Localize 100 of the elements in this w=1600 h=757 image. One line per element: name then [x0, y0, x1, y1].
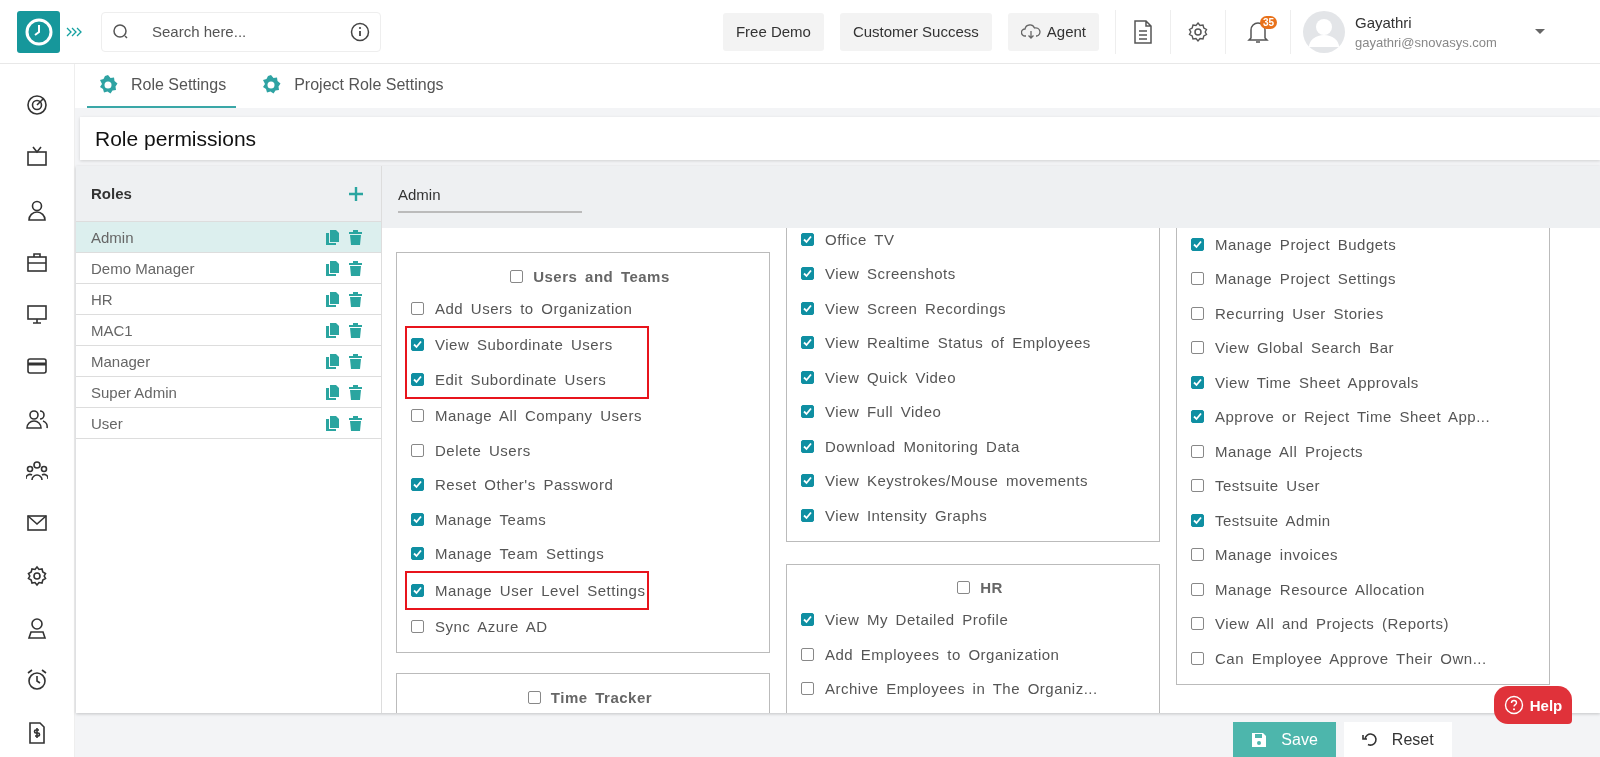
undo-icon: [1361, 732, 1378, 748]
checkbox[interactable]: [1191, 651, 1204, 665]
copy-icon[interactable]: [326, 353, 339, 369]
trash-icon[interactable]: [349, 260, 362, 276]
checkbox[interactable]: [411, 512, 424, 526]
permission-label: View Realtime Status of Employees: [825, 334, 1091, 352]
checkbox[interactable]: [1191, 237, 1204, 251]
expand-icon[interactable]: [66, 25, 82, 38]
checkbox[interactable]: [1191, 410, 1204, 424]
card-title: HR: [980, 579, 1003, 596]
checkbox[interactable]: [527, 690, 541, 704]
info-icon[interactable]: [350, 21, 370, 42]
role-item[interactable]: Super Admin: [76, 377, 381, 408]
trash-icon[interactable]: [349, 384, 362, 400]
checkbox[interactable]: [1191, 582, 1204, 596]
user-icon[interactable]: [26, 198, 48, 221]
copy-icon[interactable]: [326, 415, 339, 431]
checkbox[interactable]: [1191, 272, 1204, 286]
role-item[interactable]: User: [76, 408, 381, 439]
checkbox[interactable]: [411, 301, 424, 315]
checkbox[interactable]: [411, 372, 424, 386]
checkbox[interactable]: [801, 301, 814, 315]
users-icon[interactable]: [26, 407, 48, 430]
checkbox[interactable]: [411, 478, 424, 492]
permission-label: View Full Video: [825, 403, 942, 421]
copy-icon[interactable]: [326, 260, 339, 276]
checkbox[interactable]: [1191, 617, 1204, 631]
role-name-field[interactable]: Admin: [398, 181, 582, 213]
checkbox[interactable]: [1191, 548, 1204, 562]
checkbox[interactable]: [1191, 479, 1204, 493]
permission-label: Manage User Level Settings: [435, 581, 646, 599]
agent-button[interactable]: Agent: [1007, 12, 1099, 51]
monitor-icon[interactable]: [26, 303, 48, 326]
trash-icon[interactable]: [349, 229, 362, 245]
checkbox[interactable]: [1191, 513, 1204, 527]
header-button[interactable]: Free Demo: [722, 12, 824, 51]
role-item[interactable]: Manager: [76, 346, 381, 377]
copy-icon[interactable]: [326, 384, 339, 400]
help-icon: [1503, 695, 1524, 715]
caret-icon[interactable]: [1535, 28, 1545, 35]
copy-icon[interactable]: [326, 322, 339, 338]
reset-button[interactable]: Reset: [1343, 722, 1452, 757]
checkbox[interactable]: [801, 508, 814, 522]
role-item[interactable]: Demo Manager: [76, 253, 381, 284]
role-item[interactable]: MAC1: [76, 315, 381, 346]
checkbox[interactable]: [1191, 341, 1204, 355]
trash-icon[interactable]: [349, 291, 362, 307]
checkbox[interactable]: [957, 581, 971, 594]
checkbox[interactable]: [411, 338, 424, 352]
checkbox[interactable]: [1191, 306, 1204, 320]
settings-icon[interactable]: [1187, 20, 1209, 43]
checkbox[interactable]: [411, 620, 424, 634]
trash-icon[interactable]: [349, 322, 362, 338]
role-item[interactable]: HR: [76, 284, 381, 315]
role-item[interactable]: Admin: [76, 222, 381, 253]
copy-icon[interactable]: [326, 229, 339, 245]
trash-icon[interactable]: [349, 415, 362, 431]
document-icon[interactable]: [1133, 19, 1153, 44]
checkbox[interactable]: [801, 370, 814, 384]
add-icon[interactable]: [349, 186, 363, 201]
roles-title: Roles: [91, 185, 132, 202]
briefcase-icon[interactable]: [26, 250, 48, 273]
checkbox[interactable]: [510, 269, 524, 283]
checkbox[interactable]: [1191, 444, 1204, 458]
checkbox[interactable]: [801, 682, 814, 696]
checkbox[interactable]: [801, 267, 814, 281]
person-icon[interactable]: [26, 616, 48, 639]
search-box[interactable]: Search here...: [101, 11, 381, 52]
header-button[interactable]: Customer Success: [839, 12, 992, 51]
search-icon: [112, 22, 130, 41]
checkbox[interactable]: [411, 409, 424, 423]
invoice-icon[interactable]: [26, 721, 48, 744]
permission-label: View Screenshots: [825, 265, 956, 283]
checkbox[interactable]: [801, 405, 814, 419]
tab[interactable]: Role Settings: [87, 64, 237, 108]
checkbox[interactable]: [801, 232, 814, 246]
permission-label: Manage Teams: [435, 510, 547, 528]
settings-icon[interactable]: [26, 564, 48, 587]
copy-icon[interactable]: [326, 291, 339, 307]
checkbox[interactable]: [801, 474, 814, 488]
checkbox[interactable]: [411, 443, 424, 457]
help-button[interactable]: Help: [1494, 686, 1572, 724]
tab[interactable]: Project Role Settings: [250, 64, 454, 108]
trash-icon[interactable]: [349, 353, 362, 369]
checkbox[interactable]: [411, 583, 424, 597]
tv-icon[interactable]: [26, 146, 48, 169]
permission-label: Delete Users: [435, 441, 531, 459]
alarm-clock-icon[interactable]: [26, 669, 48, 692]
checkbox[interactable]: [801, 647, 814, 661]
permission-label: Testsuite Admin: [1215, 511, 1331, 529]
team-icon[interactable]: [26, 460, 48, 483]
checkbox[interactable]: [801, 336, 814, 350]
checkbox[interactable]: [1191, 375, 1204, 389]
checkbox[interactable]: [801, 613, 814, 627]
checkbox[interactable]: [801, 439, 814, 453]
checkbox[interactable]: [411, 547, 424, 561]
page-title: Role permissions: [95, 126, 257, 151]
target-icon[interactable]: [26, 94, 48, 116]
permission-label: View My Detailed Profile: [825, 611, 1009, 629]
permission-label: Add Employees to Organization: [825, 645, 1060, 663]
